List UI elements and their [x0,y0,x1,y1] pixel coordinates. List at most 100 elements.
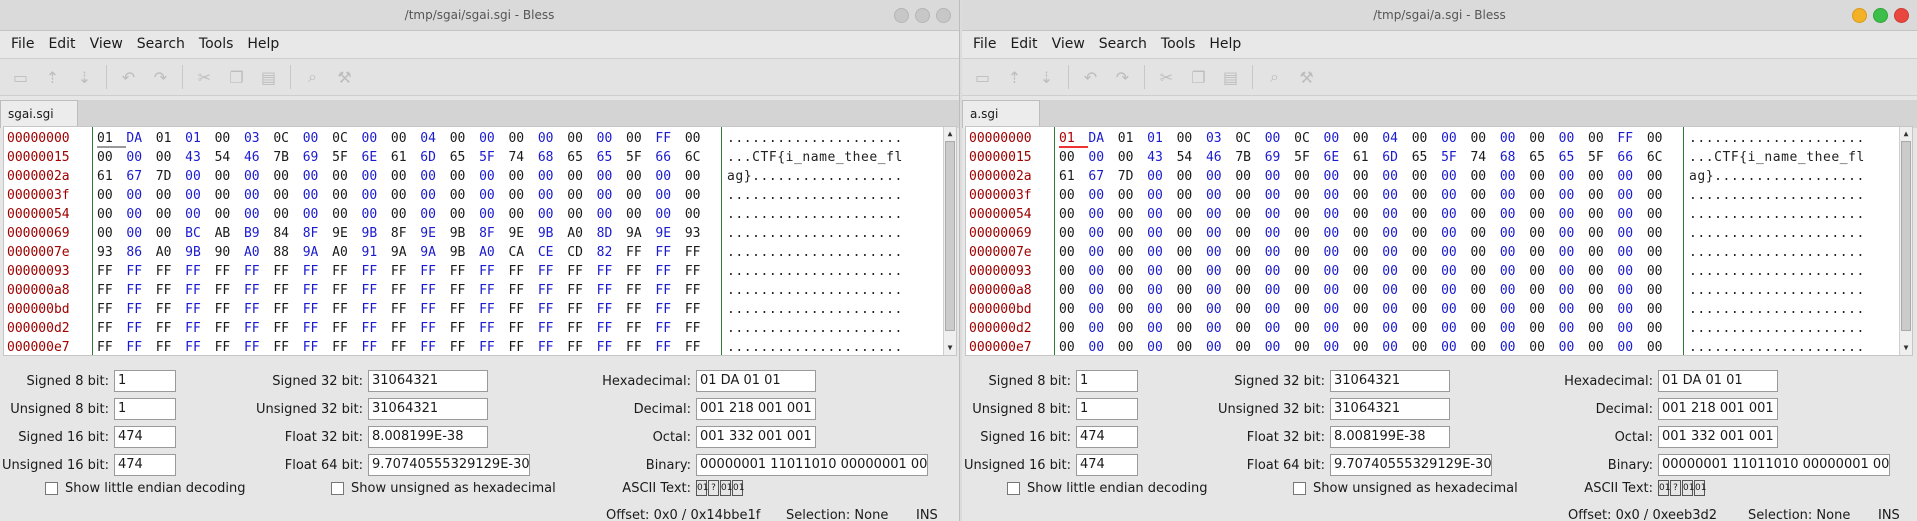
hex-byte[interactable]: 00 [1441,281,1470,300]
hex-byte[interactable]: 00 [1529,338,1558,357]
hex-byte[interactable]: 9A [626,224,655,243]
hex-byte[interactable]: 00 [1147,167,1176,186]
hex-byte[interactable]: FF [391,281,420,300]
hex-byte[interactable]: FF [538,281,567,300]
hex-byte[interactable]: 00 [1588,300,1617,319]
hex-byte[interactable]: 00 [685,129,714,148]
hex-byte[interactable]: 00 [1324,262,1353,281]
menu-tools[interactable]: Tools [1154,31,1203,58]
status-mode[interactable]: INS [1878,508,1900,521]
hex-byte[interactable]: 00 [1206,262,1235,281]
hex-byte[interactable]: 00 [1353,338,1382,357]
hex-byte[interactable]: 00 [1500,281,1529,300]
hex-byte[interactable]: FF [479,262,508,281]
hex-byte[interactable]: 00 [1588,224,1617,243]
hex-byte[interactable]: 00 [1177,243,1206,262]
float64-value[interactable]: 9.70740555329129E-300 [1330,454,1492,476]
hex-byte[interactable]: 0C [1235,129,1264,148]
hex-byte[interactable]: 00 [273,205,302,224]
hex-byte[interactable]: FF [420,300,449,319]
hex-byte[interactable]: 00 [1470,300,1499,319]
hex-byte[interactable]: 00 [391,205,420,224]
hex-byte[interactable]: 00 [1353,167,1382,186]
hex-byte[interactable]: 00 [1177,186,1206,205]
hex-byte[interactable]: FF [597,281,626,300]
hex-byte[interactable]: FF [508,262,537,281]
hex-byte[interactable]: 00 [1324,281,1353,300]
hex-byte[interactable]: 00 [1470,319,1499,338]
hex-byte[interactable]: FF [685,281,714,300]
hex-byte[interactable]: 00 [1382,243,1411,262]
hex-byte[interactable]: FF [655,338,684,357]
hex-byte[interactable]: 9A [303,243,332,262]
hex-byte[interactable]: 00 [1265,338,1294,357]
scroll-thumb[interactable] [1901,141,1911,331]
hex-byte[interactable]: FF [126,319,155,338]
hex-byte[interactable]: FF [303,319,332,338]
hex-byte[interactable]: 00 [1470,167,1499,186]
signed32-value[interactable]: 31064321 [368,370,488,392]
hex-byte[interactable]: 00 [391,167,420,186]
hex-byte[interactable]: 00 [626,167,655,186]
hex-byte[interactable]: FF [362,262,391,281]
hex-byte[interactable]: 00 [1588,319,1617,338]
hex-byte[interactable]: 00 [1500,262,1529,281]
hex-byte[interactable]: FF [97,338,126,357]
unsigned16-value[interactable]: 474 [1076,454,1138,476]
hex-byte[interactable]: 00 [1059,224,1088,243]
hex-byte[interactable]: 00 [1529,262,1558,281]
hex-byte[interactable]: 9E [655,224,684,243]
hex-byte[interactable]: FF [685,319,714,338]
hex-byte[interactable]: FF [626,319,655,338]
hex-byte[interactable]: FF [538,300,567,319]
new-file-icon[interactable]: ▭ [10,67,31,88]
hex-byte[interactable]: 65 [1559,148,1588,167]
hex-byte[interactable]: 00 [215,205,244,224]
hex-byte[interactable]: FF [538,319,567,338]
hex-byte[interactable]: 00 [1470,205,1499,224]
hex-byte[interactable]: 90 [215,243,244,262]
hex-byte[interactable]: FF [479,281,508,300]
binary-value[interactable]: 00000001 11011010 00000001 00000001 [1658,454,1890,476]
hex-byte[interactable]: 00 [1529,167,1558,186]
hex-byte[interactable]: 00 [1294,186,1323,205]
hex-byte[interactable]: 00 [1059,338,1088,357]
replace-icon[interactable]: ⚒ [334,67,355,88]
unsigned8-value[interactable]: 1 [1076,398,1138,420]
hex-byte[interactable]: 00 [597,205,626,224]
hex-byte[interactable]: FF [685,338,714,357]
hex-byte[interactable]: 00 [1294,300,1323,319]
hex-byte[interactable]: 65 [1412,148,1441,167]
hex-byte[interactable]: 00 [1529,281,1558,300]
hex-byte[interactable]: 00 [420,167,449,186]
hex-byte[interactable]: 00 [1353,186,1382,205]
float32-value[interactable]: 8.008199E-38 [368,426,488,448]
unsigned32-value[interactable]: 31064321 [1330,398,1450,420]
hex-byte[interactable]: 00 [1265,186,1294,205]
ascii-row[interactable]: ..................... [727,224,942,243]
hex-byte[interactable]: FF [597,319,626,338]
unsigned32-value[interactable]: 31064321 [368,398,488,420]
hex-byte[interactable]: 03 [1206,129,1235,148]
unsigned8-value[interactable]: 1 [114,398,176,420]
hex-byte[interactable]: 01 [1059,129,1088,148]
hex-byte[interactable]: A0 [332,243,361,262]
hex-byte[interactable]: 00 [1206,224,1235,243]
hex-byte[interactable]: 00 [362,167,391,186]
hex-byte[interactable]: 00 [126,205,155,224]
hex-byte[interactable]: FF [538,338,567,357]
hex-byte[interactable]: 0C [273,129,302,148]
hex-byte[interactable]: 00 [97,148,126,167]
hex-byte[interactable]: 00 [1441,186,1470,205]
hex-byte[interactable]: 00 [1118,338,1147,357]
hex-view[interactable]: 00000000 00000015 0000002a 0000003f 00000054… [965,126,1913,356]
hex-byte[interactable]: 00 [1412,167,1441,186]
hex-byte[interactable]: 00 [332,186,361,205]
hex-byte[interactable]: 00 [1147,224,1176,243]
hex-byte[interactable]: 6D [420,148,449,167]
hex-byte[interactable]: 00 [479,129,508,148]
hex-byte[interactable]: 00 [1088,300,1117,319]
hex-byte[interactable]: 00 [1412,243,1441,262]
menu-file[interactable]: File [4,31,41,58]
hex-byte[interactable]: 00 [1177,319,1206,338]
